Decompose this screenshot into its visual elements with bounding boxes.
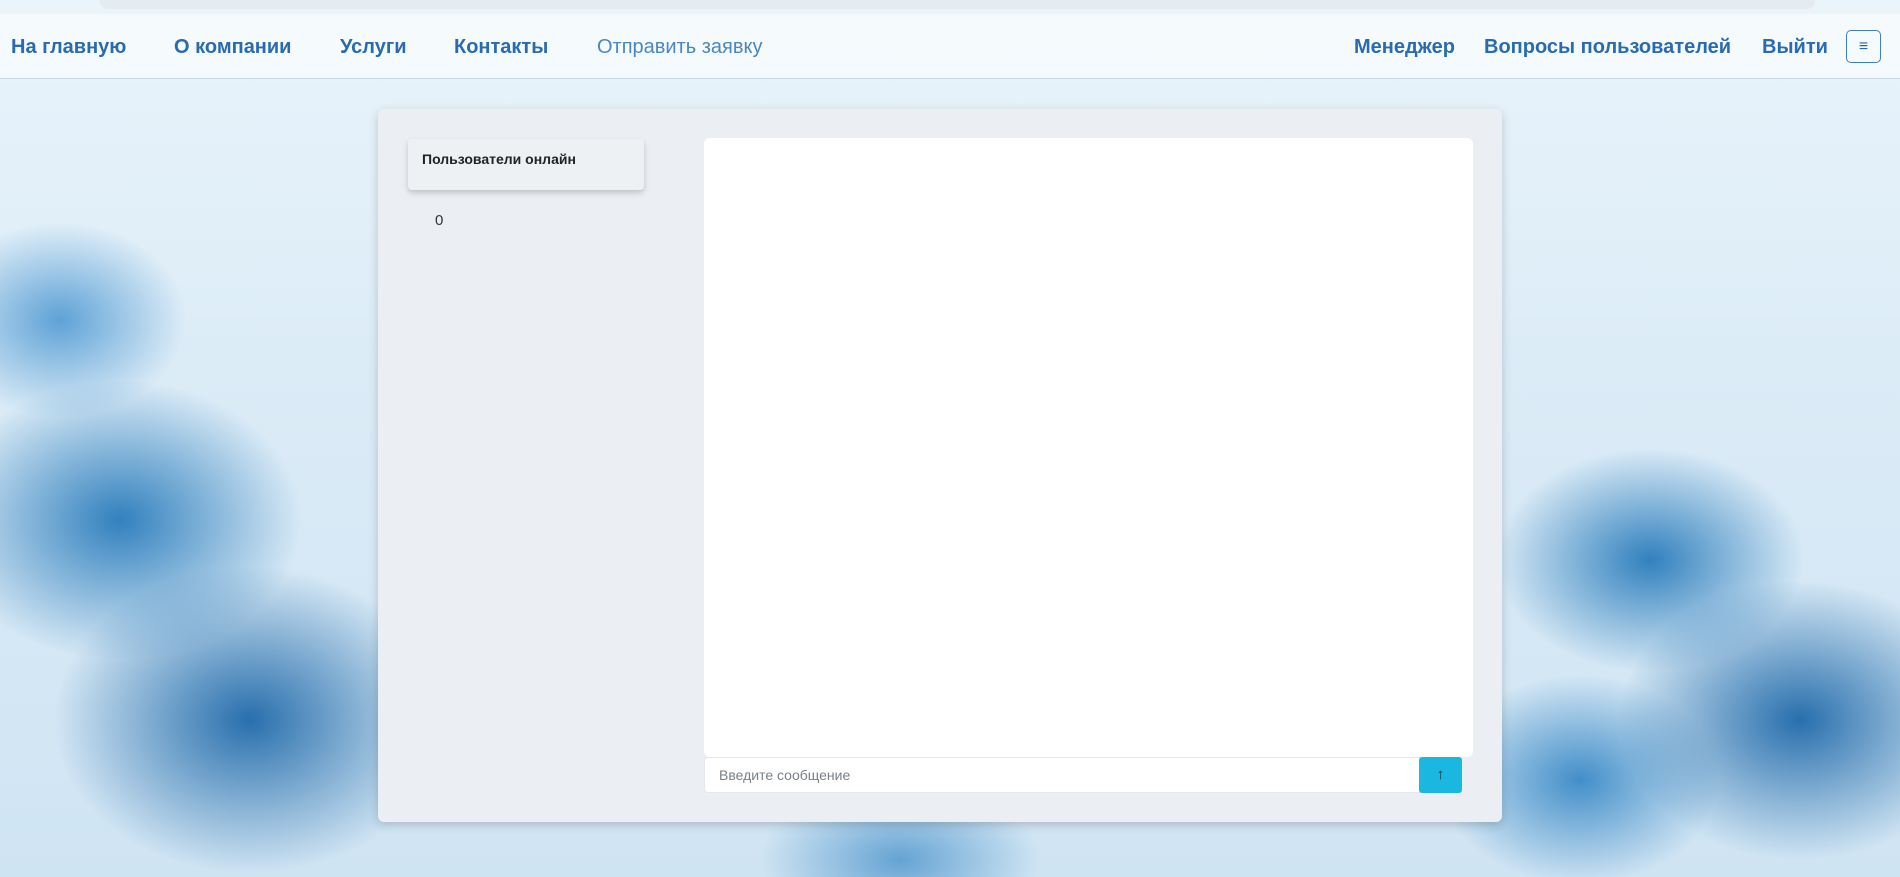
top-navbar: На главную О компании Услуги Контакты От… bbox=[0, 14, 1900, 79]
arrow-up-icon: ↑ bbox=[1436, 766, 1445, 783]
nav-link-about[interactable]: О компании bbox=[174, 14, 291, 79]
send-message-button[interactable]: ↑ bbox=[1419, 757, 1462, 793]
nav-link-logout[interactable]: Выйти bbox=[1762, 14, 1828, 79]
nav-link-home[interactable]: На главную bbox=[11, 14, 126, 79]
nav-link-services[interactable]: Услуги bbox=[340, 14, 407, 79]
nav-link-user-questions[interactable]: Вопросы пользователей bbox=[1484, 14, 1731, 79]
nav-link-send-request[interactable]: Отправить заявку bbox=[597, 14, 762, 79]
message-input[interactable] bbox=[704, 757, 1420, 793]
browser-top-strip bbox=[100, 0, 1815, 9]
chat-messages-area[interactable] bbox=[704, 138, 1473, 757]
hamburger-icon: ≡ bbox=[1858, 38, 1869, 55]
menu-toggle-button[interactable]: ≡ bbox=[1846, 30, 1881, 63]
online-users-count: 0 bbox=[435, 212, 444, 229]
nav-link-contacts[interactable]: Контакты bbox=[454, 14, 548, 79]
online-users-header: Пользователи онлайн bbox=[408, 139, 644, 190]
nav-link-manager[interactable]: Менеджер bbox=[1354, 14, 1455, 79]
